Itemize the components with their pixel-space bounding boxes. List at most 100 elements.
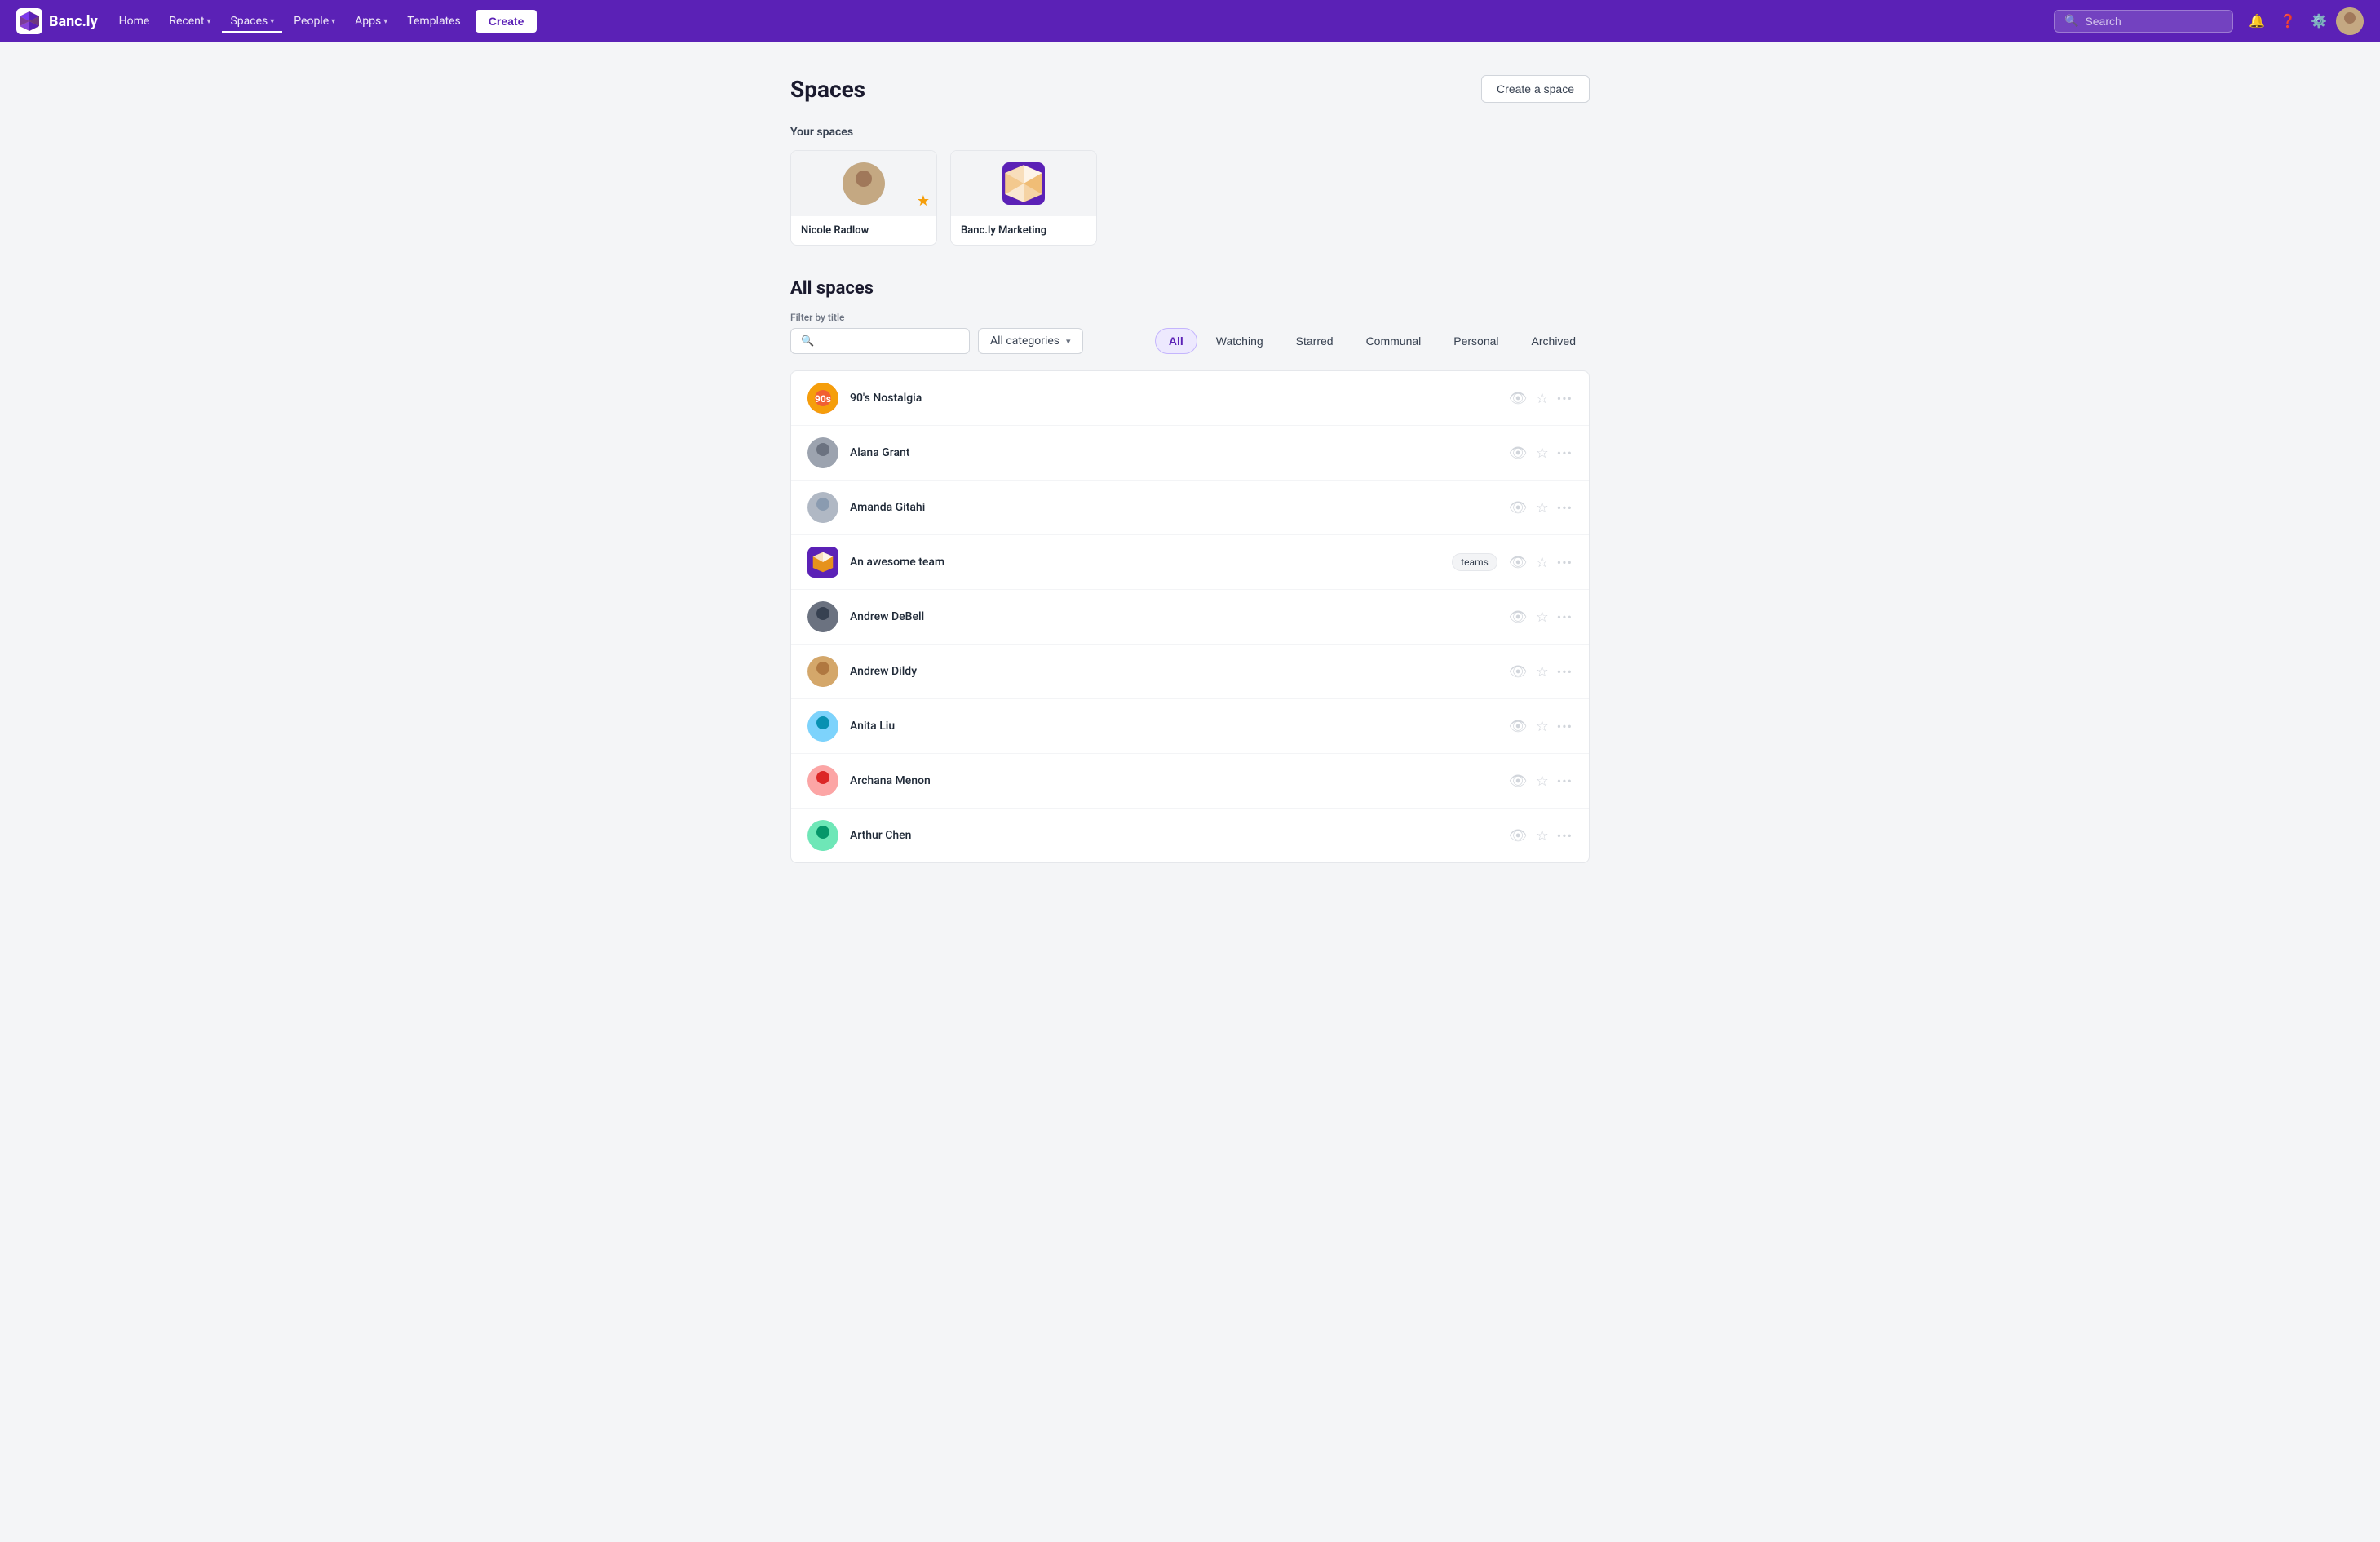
tab-all[interactable]: All [1155,328,1197,354]
filter-row: 🔍 All categories ▾ [790,328,1083,354]
space-card-avatar [843,162,885,205]
space-row-actions: 👁 ☆ ••• [1509,609,1573,626]
table-row[interactable]: Arthur Chen 👁 ☆ ••• [791,809,1589,862]
watch-icon[interactable]: 👁 [1509,827,1528,844]
svg-text:90s: 90s [815,393,831,405]
search-input[interactable] [2085,15,2223,28]
star-icon[interactable]: ☆ [1536,499,1549,516]
your-spaces-title: Your spaces [790,126,1590,139]
tab-archived[interactable]: Archived [1518,328,1590,354]
chevron-down-icon: ▾ [1066,336,1071,347]
watch-icon[interactable]: 👁 [1509,390,1528,407]
space-card-banner-bancly [951,151,1096,216]
more-options-icon[interactable]: ••• [1557,391,1573,406]
more-options-icon[interactable]: ••• [1557,555,1573,570]
help-button[interactable]: ❓ [2274,7,2302,35]
watch-icon[interactable]: 👁 [1509,554,1528,571]
watch-icon[interactable]: 👁 [1509,445,1528,462]
space-card-name: Nicole Radlow [791,216,936,245]
all-spaces-section: All spaces Filter by title 🔍 All categor… [790,278,1590,863]
more-options-icon[interactable]: ••• [1557,773,1573,789]
star-icon[interactable]: ☆ [1536,773,1549,790]
space-row-actions: 👁 ☆ ••• [1509,390,1573,407]
space-avatar [807,765,838,796]
more-options-icon[interactable]: ••• [1557,609,1573,625]
main-content: Spaces Create a space Your spaces ★ [741,42,1639,896]
space-row-actions: 👁 ☆ ••• [1509,773,1573,790]
space-name: Andrew DeBell [850,610,1497,623]
space-avatar: 90s [807,383,838,414]
space-avatar [807,437,838,468]
chevron-down-icon: ▾ [383,17,387,26]
table-row[interactable]: Andrew Dildy 👁 ☆ ••• [791,645,1589,699]
space-avatar [807,656,838,687]
table-row[interactable]: Anita Liu 👁 ☆ ••• [791,699,1589,754]
star-icon[interactable]: ☆ [1536,445,1549,462]
search-bar[interactable]: 🔍 [2054,10,2233,33]
space-card-name-bancly: Banc.ly Marketing [951,216,1096,245]
tab-personal[interactable]: Personal [1440,328,1512,354]
avatar[interactable] [2336,7,2364,35]
space-card-bancly[interactable]: Banc.ly Marketing [950,150,1097,246]
table-row[interactable]: 90s 90's Nostalgia 👁 ☆ ••• [791,371,1589,426]
space-row-actions: 👁 ☆ ••• [1509,827,1573,844]
nav-people[interactable]: People ▾ [285,10,343,33]
more-options-icon[interactable]: ••• [1557,719,1573,734]
tab-watching[interactable]: Watching [1202,328,1277,354]
tab-communal[interactable]: Communal [1352,328,1436,354]
table-row[interactable]: Andrew DeBell 👁 ☆ ••• [791,590,1589,645]
star-icon[interactable]: ☆ [1536,663,1549,680]
nav-icons: 🔔 ❓ ⚙️ [2243,7,2364,35]
logo[interactable]: Banc.ly [16,8,98,34]
nav-apps[interactable]: Apps ▾ [347,10,396,33]
star-icon[interactable]: ☆ [1536,827,1549,844]
all-spaces-controls: Filter by title 🔍 All categories ▾ All W… [790,312,1590,354]
table-row[interactable]: An awesome team teams 👁 ☆ ••• [791,535,1589,590]
more-options-icon[interactable]: ••• [1557,500,1573,516]
filter-search[interactable]: 🔍 [790,328,970,354]
table-row[interactable]: Alana Grant 👁 ☆ ••• [791,426,1589,481]
table-row[interactable]: Amanda Gitahi 👁 ☆ ••• [791,481,1589,535]
star-icon[interactable]: ☆ [1536,718,1549,735]
space-name: Archana Menon [850,774,1497,787]
filter-tabs: All Watching Starred Communal Personal A… [1155,328,1590,354]
space-name: Andrew Dildy [850,665,1497,678]
search-icon: 🔍 [801,335,814,348]
create-space-button[interactable]: Create a space [1481,75,1590,103]
watch-icon[interactable]: 👁 [1509,609,1528,626]
nav-home[interactable]: Home [111,10,158,33]
your-spaces-section: Your spaces ★ Nicole Radlow [790,126,1590,246]
watch-icon[interactable]: 👁 [1509,663,1528,680]
settings-button[interactable]: ⚙️ [2305,7,2333,35]
star-icon[interactable]: ☆ [1536,390,1549,407]
create-button[interactable]: Create [476,10,537,33]
gear-icon: ⚙️ [2311,13,2327,29]
bell-icon: 🔔 [2249,13,2265,29]
more-options-icon[interactable]: ••• [1557,828,1573,844]
space-name: An awesome team [850,556,1440,569]
star-icon: ★ [917,193,930,210]
more-options-icon[interactable]: ••• [1557,445,1573,461]
watch-icon[interactable]: 👁 [1509,499,1528,516]
nav-templates[interactable]: Templates [399,10,469,33]
tab-starred[interactable]: Starred [1282,328,1347,354]
category-select[interactable]: All categories ▾ [978,328,1083,354]
star-icon[interactable]: ☆ [1536,554,1549,571]
space-name: Anita Liu [850,720,1497,733]
space-row-actions: 👁 ☆ ••• [1509,554,1573,571]
your-spaces-grid: ★ Nicole Radlow [790,150,1590,246]
more-options-icon[interactable]: ••• [1557,664,1573,680]
navbar: Banc.ly Home Recent ▾ Spaces ▾ People ▾ … [0,0,2380,42]
notifications-button[interactable]: 🔔 [2243,7,2271,35]
star-icon[interactable]: ☆ [1536,609,1549,626]
nav-spaces[interactable]: Spaces ▾ [222,10,282,33]
filter-input[interactable] [821,335,959,348]
nav-recent[interactable]: Recent ▾ [161,10,219,33]
filter-label: Filter by title [790,312,1083,323]
space-card-nicole[interactable]: ★ Nicole Radlow [790,150,937,246]
table-row[interactable]: Archana Menon 👁 ☆ ••• [791,754,1589,809]
space-name: 90's Nostalgia [850,392,1497,405]
chevron-down-icon: ▾ [331,17,335,26]
watch-icon[interactable]: 👁 [1509,718,1528,735]
watch-icon[interactable]: 👁 [1509,773,1528,790]
